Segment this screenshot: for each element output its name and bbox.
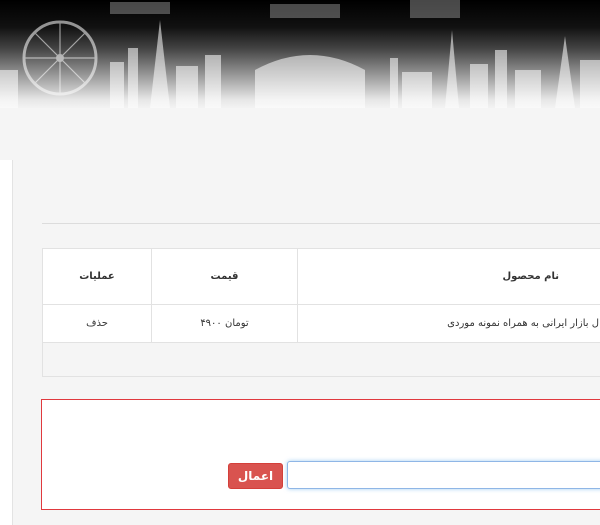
table-header-row: عملیات قیمت نام محصول xyxy=(42,248,600,305)
sidebar-edge xyxy=(0,160,13,525)
item-product-name: ل بازار ایرانی به همراه نمونه موردی xyxy=(297,304,600,343)
skyline-banner xyxy=(0,0,600,108)
section-divider xyxy=(42,223,600,224)
cart-table: عملیات قیمت نام محصول حذف ۴۹۰۰ تومان ل ب… xyxy=(42,248,600,377)
apply-button[interactable]: اعمال xyxy=(228,463,283,489)
table-row: حذف ۴۹۰۰ تومان ل بازار ایرانی به همراه ن… xyxy=(42,304,600,343)
header-operations: عملیات xyxy=(42,248,152,305)
discount-code-input[interactable] xyxy=(287,461,600,489)
item-price: ۴۹۰۰ تومان xyxy=(151,304,298,343)
discount-code-box xyxy=(41,399,600,510)
header-price: قیمت xyxy=(151,248,298,305)
table-footer-row xyxy=(42,342,600,377)
header-product-name: نام محصول xyxy=(297,248,600,305)
table-footer-cell xyxy=(42,342,600,377)
delete-link[interactable]: حذف xyxy=(42,304,152,343)
skyline-illustration xyxy=(0,0,600,108)
